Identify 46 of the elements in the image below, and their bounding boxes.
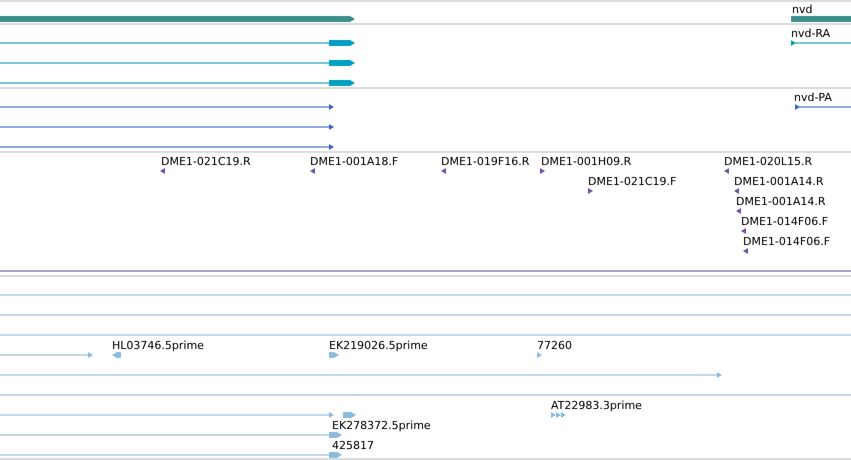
protein-glyph[interactable] — [0, 124, 334, 130]
feature-label: nvd-RA — [791, 27, 830, 40]
clone-end-marker[interactable] — [734, 188, 739, 194]
protein-glyph[interactable] — [0, 144, 334, 150]
clone-end-marker[interactable] — [743, 248, 748, 254]
feature-label: nvd — [792, 3, 812, 16]
est-glyph[interactable] — [0, 352, 93, 358]
clone-end-marker[interactable] — [588, 188, 593, 194]
est-glyph[interactable] — [551, 412, 566, 418]
est-glyph[interactable] — [0, 372, 722, 378]
est-glyph[interactable] — [112, 352, 121, 358]
protein-glyph[interactable] — [794, 104, 851, 110]
feature-label: DME1-014F06.F — [743, 235, 830, 248]
feature-label: DME1-001A14.R — [736, 195, 826, 208]
transcript-glyph[interactable] — [0, 40, 355, 46]
feature-label: DME1-020L15.R — [724, 155, 812, 168]
feature-label: DME1-001A14.R — [734, 175, 824, 188]
clone-end-marker[interactable] — [540, 168, 545, 174]
transcript-glyph[interactable] — [0, 60, 355, 66]
feature-label: AT22983.3prime — [551, 399, 642, 412]
est-glyph[interactable] — [329, 352, 339, 358]
feature-label: 77260 — [537, 339, 572, 352]
clone-end-marker[interactable] — [741, 228, 746, 234]
feature-label: DME1-001H09.R — [541, 155, 632, 168]
clone-end-marker[interactable] — [310, 168, 315, 174]
est-glyph[interactable] — [0, 452, 342, 458]
feature-label: 425817 — [332, 439, 374, 452]
clone-end-marker[interactable] — [441, 168, 446, 174]
feature-label: DME1-021C19.F — [588, 175, 676, 188]
feature-label: DME1-021C19.R — [161, 155, 251, 168]
feature-label: nvd-PA — [794, 91, 832, 104]
est-glyph[interactable] — [0, 432, 342, 438]
feature-label: EK278372.5prime — [332, 419, 431, 432]
feature-label: DME1-019F16.R — [441, 155, 530, 168]
feature-label: DME1-001A18.F — [310, 155, 398, 168]
feature-label: HL03746.5prime — [112, 339, 204, 352]
est-glyph[interactable] — [0, 412, 356, 418]
est-glyph[interactable] — [537, 352, 542, 358]
transcript-glyph[interactable] — [790, 40, 851, 46]
protein-glyph[interactable] — [0, 104, 334, 110]
transcript-glyph[interactable] — [0, 80, 355, 86]
clone-end-marker[interactable] — [160, 168, 165, 174]
feature-label: DME1-014F06.F — [741, 215, 828, 228]
clone-end-marker[interactable] — [724, 168, 729, 174]
clone-end-marker[interactable] — [736, 208, 741, 214]
feature-label: EK219026.5prime — [329, 339, 428, 352]
